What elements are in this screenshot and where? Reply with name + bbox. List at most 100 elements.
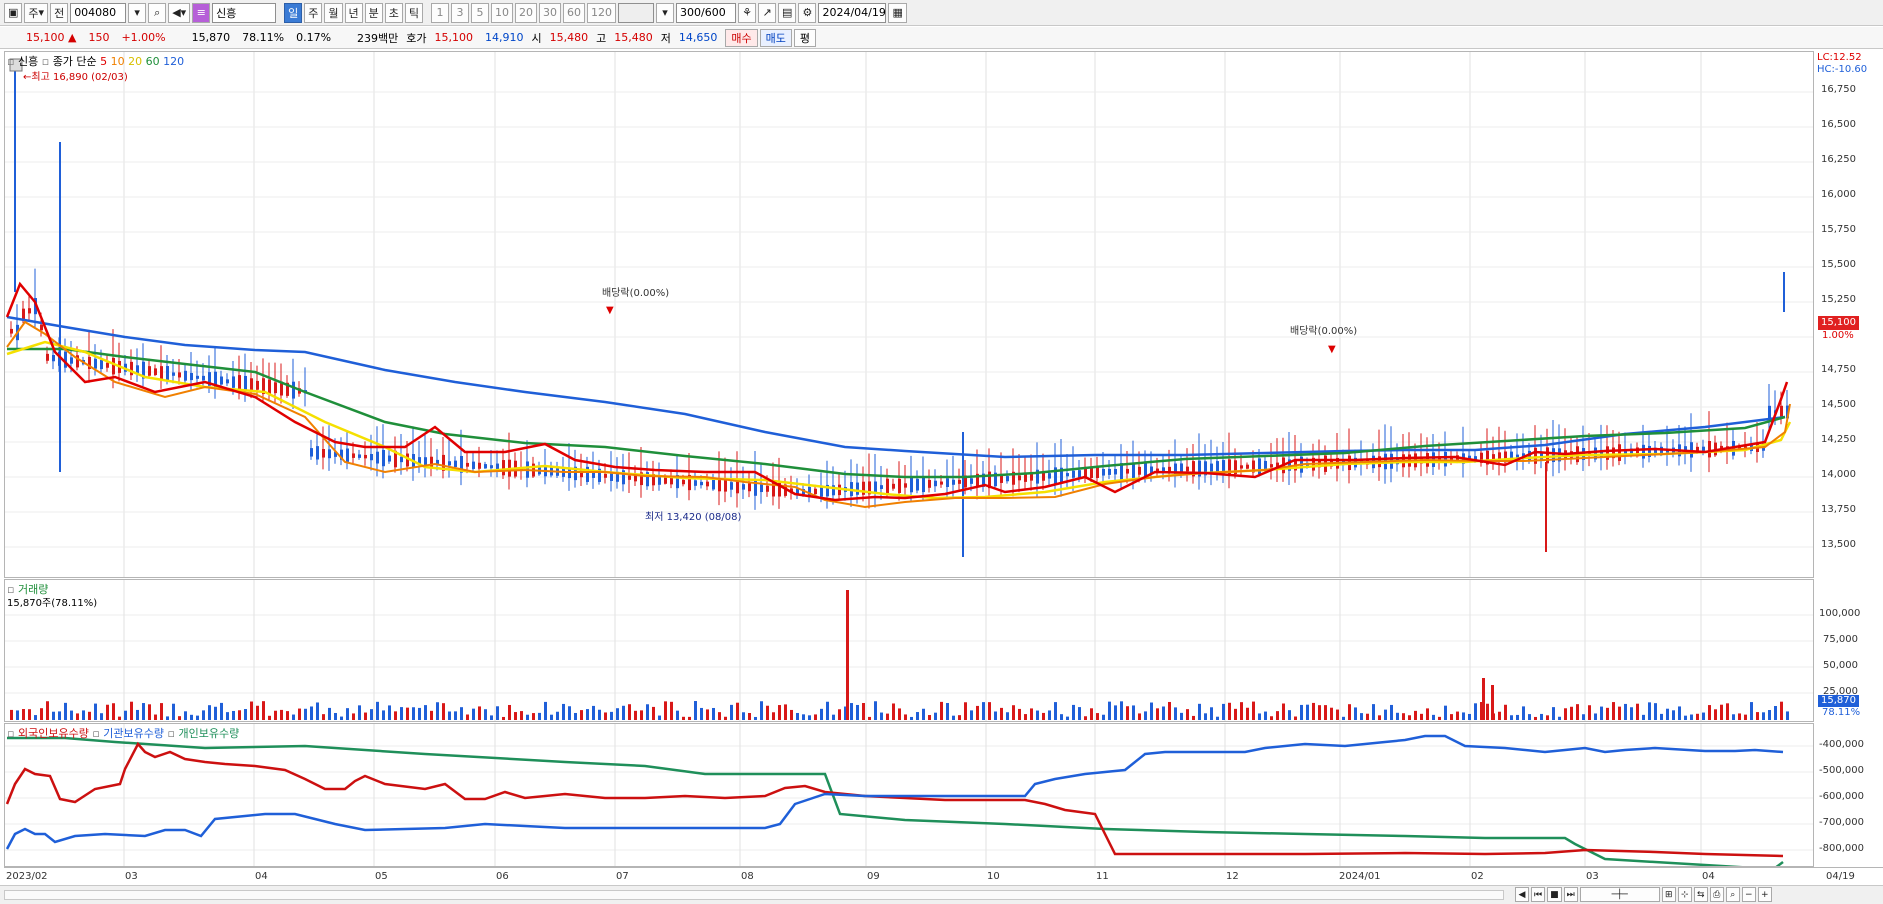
interval-1[interactable]: 1 <box>431 2 450 23</box>
market-select[interactable]: 주 ▾ <box>24 2 49 23</box>
volume-bar <box>904 714 907 720</box>
search-icon[interactable]: ⌕ <box>148 2 167 23</box>
volume-bar <box>1708 705 1711 720</box>
zoom-in-icon[interactable]: + <box>1757 887 1772 902</box>
volume-bar <box>1540 713 1543 720</box>
volume-bar <box>946 703 949 720</box>
volume-bar <box>1696 713 1699 720</box>
volume-value: 15,870 <box>191 31 231 44</box>
code-dropdown-icon[interactable]: ▾ <box>128 2 147 23</box>
price-chart-svg: 배당락(0.00%) ▼ 배당락(0.00%) ▼ 최저 13,420 (08/… <box>5 52 1813 577</box>
volume-bar <box>40 708 43 720</box>
volume-bar <box>202 710 205 720</box>
candlestick-series <box>10 62 1789 557</box>
candle-body <box>952 479 955 485</box>
save-icon[interactable]: ▤ <box>778 2 797 23</box>
price-chart-pane[interactable]: 배당락(0.00%) ▼ 배당락(0.00%) ▼ 최저 13,420 (08/… <box>4 51 1814 578</box>
tab-second[interactable]: 초 <box>384 2 403 23</box>
x-tick: 12 <box>1226 871 1239 882</box>
crosshair-icon[interactable]: ⊹ <box>1677 887 1692 902</box>
volume-bar <box>1258 713 1261 720</box>
volume-pane[interactable]: ▫ 거래량 15,870주(78.11%) <box>4 579 1814 722</box>
interval-5[interactable]: 5 <box>471 2 490 23</box>
volume-bar <box>610 711 613 720</box>
buy-button[interactable]: 매수 <box>725 28 758 47</box>
zoom-out-icon[interactable]: − <box>1741 887 1756 902</box>
volume-bar <box>286 711 289 720</box>
volume-bar <box>682 716 685 720</box>
candle-body <box>46 353 49 361</box>
chart-type-icon[interactable]: ⇆ <box>1693 887 1708 902</box>
interval-3[interactable]: 3 <box>451 2 470 23</box>
custom-interval-dropdown-icon[interactable]: ▾ <box>656 2 675 23</box>
favorite-icon[interactable]: ≡ <box>192 2 211 23</box>
volume-bar <box>1336 709 1339 720</box>
y-tick: 16,000 <box>1821 189 1856 200</box>
indicator-icon[interactable]: ⚘ <box>738 2 757 23</box>
interval-10[interactable]: 10 <box>491 2 514 23</box>
volume-bar <box>1684 715 1687 720</box>
print-icon[interactable]: ⎙ <box>1709 887 1724 902</box>
y-tick: 15,500 <box>1821 259 1856 270</box>
volume-bar <box>1552 707 1555 720</box>
date-field[interactable]: 2024/04/19 <box>818 2 887 23</box>
chart-scrollbar[interactable] <box>4 890 1504 900</box>
tab-tick[interactable]: 틱 <box>404 2 424 23</box>
layout-icon[interactable]: ▣ <box>4 2 23 23</box>
settings-icon[interactable]: ⚙ <box>798 2 817 23</box>
calendar-icon[interactable]: ▦ <box>888 2 907 23</box>
volume-bar <box>1030 708 1033 720</box>
low-marker: 최저 13,420 (08/08) <box>645 511 741 523</box>
volume-bar <box>1534 716 1537 720</box>
holding-pane[interactable]: ▫ 외국인보유수량 ▫ 기관보유수량 ▫ 개인보유수량 <box>4 723 1814 870</box>
scroll-last-icon[interactable]: ⏭ <box>1563 887 1578 902</box>
volume-bar <box>142 703 145 720</box>
candle-body <box>364 454 367 459</box>
interval-20[interactable]: 20 <box>515 2 538 23</box>
interval-30[interactable]: 30 <box>539 2 562 23</box>
x-tick: 03 <box>125 871 138 882</box>
volume-bar <box>1060 714 1063 720</box>
sound-icon[interactable]: ◀▾ <box>168 2 191 23</box>
change-arrow-icon: ▲ <box>68 31 77 44</box>
candle-body <box>1186 466 1189 472</box>
institution-holding-line <box>5 734 1784 850</box>
candle-body <box>358 454 361 458</box>
volume-bar <box>1426 708 1429 720</box>
tab-minute[interactable]: 분 <box>364 2 383 23</box>
pane-handle-icon[interactable]: ▫ <box>7 55 14 68</box>
candle-body <box>694 480 697 486</box>
stock-name-field[interactable]: 신흥 <box>212 2 277 23</box>
pane-handle-icon[interactable]: ▫ <box>7 727 14 740</box>
candle-body <box>1090 468 1093 479</box>
sell-button[interactable]: 매도 <box>759 28 792 47</box>
interval-120[interactable]: 120 <box>587 2 617 23</box>
layout-grid-icon[interactable]: ⊞ <box>1661 887 1676 902</box>
interval-60[interactable]: 60 <box>563 2 586 23</box>
stock-code-input[interactable]: 004080 <box>70 2 127 23</box>
tab-year[interactable]: 년 <box>344 2 363 23</box>
custom-interval-input[interactable] <box>618 2 655 23</box>
evaluate-button[interactable]: 평 <box>793 28 817 47</box>
volume-bar <box>670 701 673 720</box>
zoom-slider[interactable]: ─┼─ <box>1579 887 1660 902</box>
current-volume-pct: 78.11% <box>1822 707 1861 718</box>
data-count-field[interactable]: 300/600 <box>676 2 737 23</box>
stop-icon[interactable]: ■ <box>1547 887 1562 902</box>
tab-month[interactable]: 월 <box>324 2 343 23</box>
volume-bar <box>1018 708 1021 720</box>
scroll-left-icon[interactable]: ◀ <box>1515 887 1529 902</box>
draw-icon[interactable]: ↗ <box>758 2 777 23</box>
zoom-search-icon[interactable]: ⌕ <box>1725 887 1740 902</box>
y-tick: 14,750 <box>1821 364 1856 375</box>
tab-day[interactable]: 일 <box>284 2 303 23</box>
candle-body <box>1066 473 1069 477</box>
category-button[interactable]: 전 <box>50 2 69 23</box>
volume-bar <box>82 710 85 720</box>
candle-body <box>490 465 493 469</box>
scroll-first-icon[interactable]: ⏮ <box>1531 887 1546 902</box>
candle-body <box>712 479 715 490</box>
hold-y-tick: -400,000 <box>1819 739 1864 750</box>
volume-bar <box>340 716 343 720</box>
tab-week[interactable]: 주 <box>304 2 323 23</box>
